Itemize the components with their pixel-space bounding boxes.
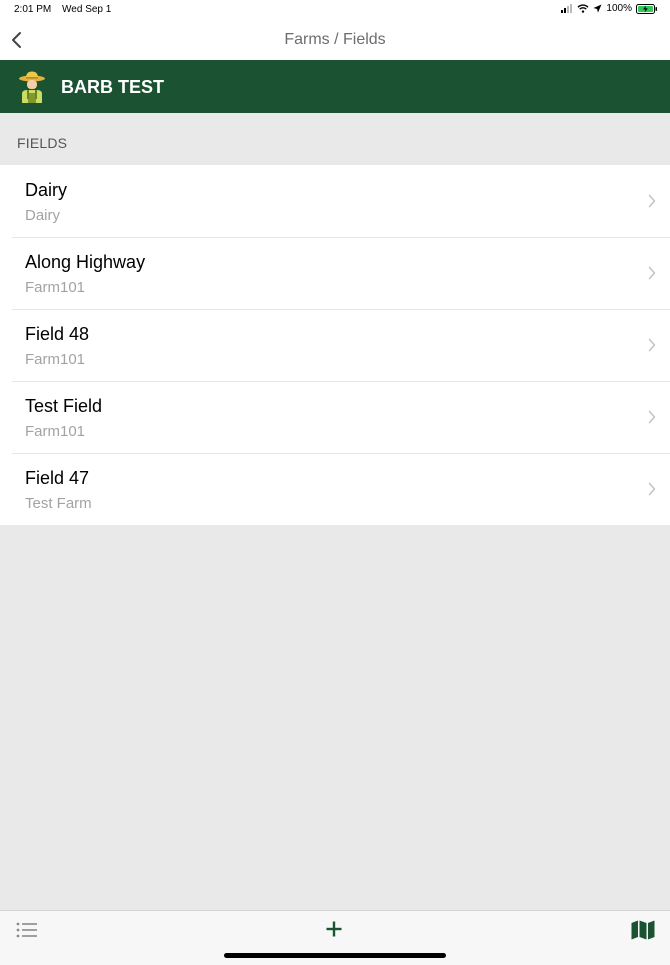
field-row[interactable]: Along Highway Farm101 [0, 237, 670, 309]
chevron-right-icon [648, 482, 656, 496]
chevron-right-icon [648, 410, 656, 424]
field-name: Field 48 [25, 324, 90, 344]
status-left: 2:01 PM Wed Sep 1 [14, 4, 111, 15]
field-row[interactable]: Field 48 Farm101 [0, 309, 670, 381]
field-farm-name: Test Farm [25, 495, 92, 512]
list-icon [16, 922, 37, 938]
farm-header: BARB TEST [0, 60, 670, 113]
field-name: Field 47 [25, 468, 90, 488]
battery-percent: 100% [606, 3, 632, 14]
field-row[interactable]: Dairy Dairy [0, 165, 670, 237]
chevron-right-icon [648, 338, 656, 352]
field-farm-name: Farm101 [25, 423, 86, 440]
field-name: Test Field [25, 396, 103, 416]
chevron-right-icon [648, 266, 656, 280]
field-name: Dairy [25, 180, 68, 200]
farm-name: BARB TEST [61, 77, 164, 97]
status-date: Wed Sep 1 [62, 4, 112, 15]
map-view-button[interactable] [631, 920, 655, 940]
status-bar: 2:01 PM Wed Sep 1 100% [0, 0, 670, 20]
field-name: Along Highway [25, 252, 146, 272]
wifi-icon [577, 4, 589, 13]
field-farm-name: Dairy [25, 207, 61, 224]
cellular-signal-icon [561, 4, 573, 13]
plus-icon [326, 921, 342, 937]
add-field-button[interactable] [325, 920, 343, 938]
list-view-button[interactable] [16, 922, 38, 938]
location-arrow-icon [593, 4, 602, 13]
farmer-icon [19, 71, 45, 103]
page-title: Farms / Fields [284, 31, 386, 48]
field-row[interactable]: Field 47 Test Farm [0, 453, 670, 525]
field-list: Dairy Dairy Along Highway Farm101 Field … [0, 165, 670, 525]
chevron-right-icon [648, 194, 656, 208]
status-time: 2:01 PM [14, 4, 52, 15]
home-indicator[interactable] [224, 953, 446, 958]
status-right: 100% [561, 3, 658, 14]
navigation-bar: Farms / Fields [0, 20, 670, 60]
map-icon [631, 920, 655, 940]
field-farm-name: Farm101 [25, 351, 86, 368]
field-row[interactable]: Test Field Farm101 [0, 381, 670, 453]
field-farm-name: Farm101 [25, 279, 86, 296]
section-label-fields: FIELDS [17, 135, 68, 151]
battery-charging-icon [636, 3, 657, 14]
